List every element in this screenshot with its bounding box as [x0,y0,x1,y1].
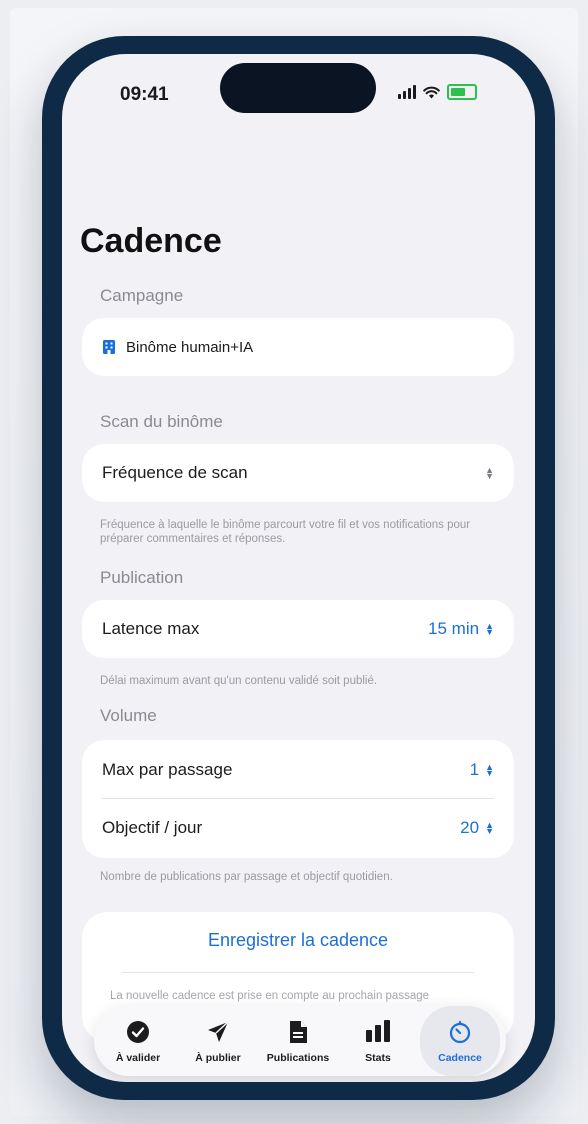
max-per-pass-value: 1 [469,760,480,779]
paperplane-icon [208,1021,229,1042]
max-per-pass-row[interactable]: Max par passage 1 ▲ ▼ [102,742,494,798]
bar-chart-icon [366,1020,390,1042]
chevron-up-down-icon[interactable]: ▲ ▼ [485,466,494,481]
scan-frequency-row[interactable]: Fréquence de scan ▲ ▼ [102,445,494,501]
volume-card: Max par passage 1 ▲ ▼ Objectif / jour 20 … [82,740,514,858]
battery-icon [447,84,477,100]
daily-goal-row[interactable]: Objectif / jour 20 ▲ ▼ [102,800,494,856]
tab-label: Publications [266,1052,330,1064]
daily-goal-stepper[interactable]: 20 ▲ ▼ [460,818,494,838]
campaign-card[interactable]: Binôme humain+IA [82,318,514,376]
phone-screen: 09:41 Cadence Campagne Binôme humain+IA … [62,54,535,1082]
scan-card[interactable]: Fréquence de scan ▲ ▼ [82,444,514,502]
volume-hint: Nombre de publications par passage et ob… [100,871,393,883]
save-cadence-button[interactable]: Enregistrer la cadence [82,930,514,951]
chevron-up-down-icon: ▲ ▼ [485,621,494,637]
campaign-row[interactable]: Binôme humain+IA [102,319,494,375]
scan-frequency-label: Fréquence de scan [102,463,248,482]
checkmark-circle-icon [127,1021,149,1043]
tab-stats[interactable]: Stats [338,1006,418,1076]
tab-label: Stats [365,1052,391,1064]
publication-hint: Délai maximum avant qu'un contenu validé… [100,675,378,687]
scan-hint: Fréquence à laquelle le binôme parcourt … [100,519,471,545]
chevron-up-down-icon: ▲ ▼ [485,820,494,836]
tab-a-publier[interactable]: À publier [178,1006,258,1076]
publication-section-label: Publication [100,568,184,587]
max-per-pass-label: Max par passage [102,760,233,779]
tab-label: Cadence [438,1052,482,1064]
latency-stepper[interactable]: 15 min ▲ ▼ [428,619,494,639]
document-icon [290,1021,307,1043]
latency-value: 15 min [428,619,480,638]
phone-frame: 09:41 Cadence Campagne Binôme humain+IA … [42,36,555,1100]
tab-cadence[interactable]: Cadence [420,1006,500,1076]
building-icon [103,340,115,354]
publication-card[interactable]: Latence max 15 min ▲ ▼ [82,600,514,658]
status-time: 09:41 [120,84,169,105]
row-divider [102,798,494,799]
volume-section-label: Volume [100,706,157,725]
latency-label: Latence max [102,619,200,638]
wifi-icon [423,86,440,98]
save-divider [122,972,474,973]
tab-label: À publier [195,1052,241,1064]
scan-section-label: Scan du binôme [100,412,223,431]
timer-icon [449,1020,471,1044]
chevron-up-down-icon: ▲ ▼ [485,762,494,778]
tab-bar: À valider À publier Publications Stats C… [94,1006,506,1076]
daily-goal-value: 20 [460,818,480,837]
campaign-section-label: Campagne [100,286,184,305]
cellular-signal-icon [398,85,416,99]
tab-label: À valider [115,1052,161,1064]
campaign-value: Binôme humain+IA [126,338,254,356]
tab-publications[interactable]: Publications [258,1006,338,1076]
daily-goal-label: Objectif / jour [102,818,203,837]
save-note: La nouvelle cadence est prise en compte … [110,990,430,1002]
latency-row[interactable]: Latence max 15 min ▲ ▼ [102,601,494,657]
tab-a-valider[interactable]: À valider [98,1006,178,1076]
status-icons [398,84,477,100]
max-per-pass-stepper[interactable]: 1 ▲ ▼ [470,760,494,780]
page-title: Cadence [80,222,222,260]
dynamic-island [220,63,376,113]
